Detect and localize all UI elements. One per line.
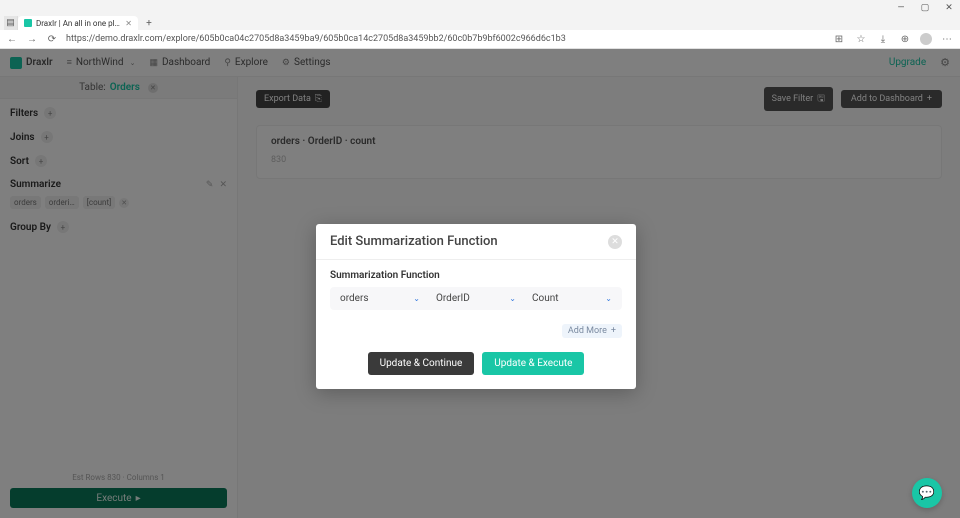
new-tab-button[interactable]: +	[142, 16, 156, 30]
browser-tabbar: ▤ Draxlr | An all in one platform to ✕ +	[0, 16, 960, 30]
function-select[interactable]: Count ⌄	[528, 291, 616, 306]
modal-header: Edit Summarization Function ✕	[316, 224, 636, 260]
modal-footer: Update & Continue Update & Execute	[316, 342, 636, 389]
extensions-icon[interactable]: ⊞	[832, 34, 846, 45]
app-root: Draxlr ≡ NorthWind ⌄ ▦ Dashboard ⚲ Explo…	[0, 49, 960, 518]
function-select-value: Count	[532, 293, 605, 304]
chevron-down-icon: ⌄	[413, 294, 420, 303]
window-minimize-button[interactable]: —	[894, 1, 908, 15]
favorites-icon[interactable]: ☆	[854, 34, 868, 45]
downloads-icon[interactable]: ⤓	[876, 34, 890, 45]
column-select[interactable]: OrderID ⌄	[432, 291, 520, 306]
plus-icon: +	[611, 326, 616, 336]
modal-body: Summarization Function orders ⌄ OrderID …	[316, 260, 636, 342]
table-select-value: orders	[340, 293, 413, 304]
update-execute-button[interactable]: Update & Execute	[482, 352, 584, 375]
window-maximize-button[interactable]: ▢	[918, 1, 932, 15]
modal-title: Edit Summarization Function	[330, 234, 608, 249]
tab-sidebar-button[interactable]: ▤	[4, 16, 18, 30]
add-more-button[interactable]: Add More +	[562, 324, 622, 338]
window-titlebar: — ▢ ✕	[0, 0, 960, 16]
chat-icon: 💬	[919, 486, 935, 501]
column-select-value: OrderID	[436, 293, 509, 304]
nav-reload-button[interactable]: ⟳	[46, 34, 58, 45]
profile-avatar[interactable]	[920, 33, 932, 45]
tab-favicon	[24, 19, 32, 27]
edit-summarization-modal: Edit Summarization Function ✕ Summarizat…	[316, 224, 636, 389]
nav-back-button[interactable]: ←	[6, 34, 18, 45]
tab-close-icon[interactable]: ✕	[125, 19, 132, 28]
modal-close-button[interactable]: ✕	[608, 235, 622, 249]
url-field[interactable]: https://demo.draxlr.com/explore/605b0ca0…	[66, 34, 824, 44]
tab-title: Draxlr | An all in one platform to	[36, 19, 121, 28]
chevron-down-icon: ⌄	[509, 294, 516, 303]
summarization-selects: orders ⌄ OrderID ⌄ Count ⌄	[330, 287, 622, 310]
summarization-function-label: Summarization Function	[330, 270, 622, 281]
window-close-button[interactable]: ✕	[942, 1, 956, 15]
nav-forward-button[interactable]: →	[26, 34, 38, 45]
chevron-down-icon: ⌄	[605, 294, 612, 303]
add-more-label: Add More	[568, 326, 607, 336]
browser-more-icon[interactable]: ⋯	[940, 34, 954, 45]
update-continue-button[interactable]: Update & Continue	[368, 352, 475, 375]
chat-widget-button[interactable]: 💬	[912, 478, 942, 508]
browser-tab[interactable]: Draxlr | An all in one platform to ✕	[18, 16, 138, 30]
browser-address-bar: ← → ⟳ https://demo.draxlr.com/explore/60…	[0, 30, 960, 49]
table-select[interactable]: orders ⌄	[336, 291, 424, 306]
collections-icon[interactable]: ⊕	[898, 34, 912, 45]
